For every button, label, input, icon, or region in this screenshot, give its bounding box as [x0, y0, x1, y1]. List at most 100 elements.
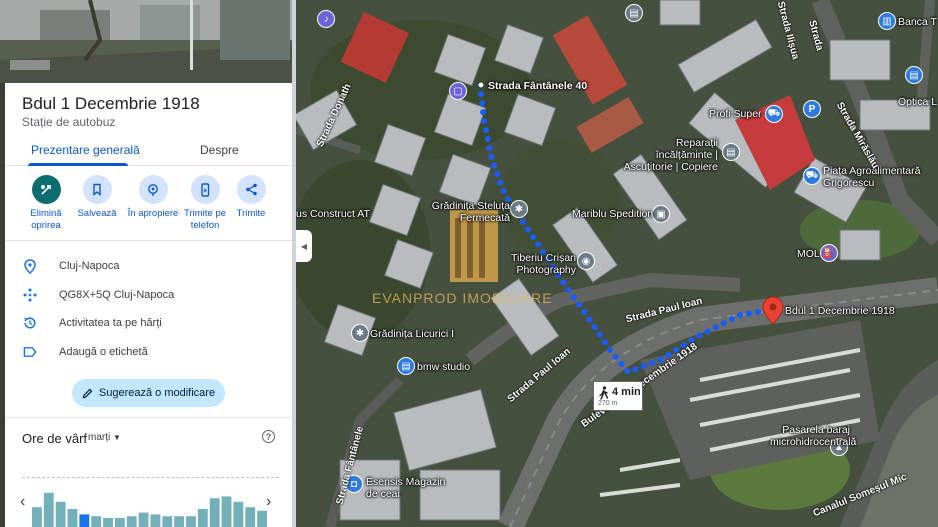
poi-label-banca[interactable]: Banca T [898, 16, 937, 28]
store-icon[interactable]: ▤ [397, 357, 415, 375]
info-row-plus-code[interactable]: QG8X+5Q Cluj-Napoca [5, 283, 292, 307]
poi-label-reparatii[interactable]: Reparații încălțăminte | Ascuțitorie | C… [620, 137, 718, 173]
divider [5, 417, 292, 418]
nearby-icon [138, 175, 168, 204]
route-remove-icon [31, 175, 61, 204]
save-label: Salvează [77, 208, 117, 219]
histogram-bar [55, 501, 66, 527]
street-view-image [0, 0, 296, 83]
histogram-bar [67, 509, 78, 527]
route-duration-card[interactable]: 4 min 270 m [593, 381, 643, 411]
share-label: Trimite [236, 208, 266, 219]
suggest-edit-label: Sugerează o modificare [98, 387, 216, 399]
share-button[interactable]: Trimite [223, 175, 279, 220]
phone-icon [190, 175, 220, 204]
destination-pin-icon[interactable] [762, 296, 784, 326]
collapse-panel-button[interactable]: ◀ [296, 230, 312, 262]
nearby-button[interactable]: În apropiere [125, 175, 181, 220]
cart-icon[interactable]: ⛟ [765, 105, 783, 123]
locality-text: Cluj-Napoca [59, 260, 120, 272]
divider [5, 240, 292, 241]
activity-text: Activitatea ta pe hărți [59, 317, 162, 329]
pencil-icon [82, 388, 93, 398]
label-icon [23, 345, 37, 359]
poi-label-tiberiu[interactable]: Tiberiu Crișan Photography [510, 252, 576, 276]
histogram-bar [43, 492, 54, 527]
transit-icon[interactable]: ▢ [449, 82, 467, 100]
store-icon[interactable]: ▤ [625, 4, 643, 22]
plus-code-icon [23, 288, 37, 302]
history-icon [23, 316, 37, 330]
route-distance: 270 m [598, 400, 618, 407]
info-row-activity[interactable]: Activitatea ta pe hărți [5, 311, 292, 335]
school-icon[interactable]: ✱ [510, 200, 528, 218]
tab-about[interactable]: Despre [200, 143, 239, 157]
histogram-bar [221, 496, 232, 527]
poi-label-construct[interactable]: us Construct AT [296, 208, 370, 220]
parking-icon[interactable]: P [803, 100, 821, 118]
poi-label-licurici[interactable]: Grădinița Licurici I [370, 328, 454, 340]
school-icon[interactable]: ✱ [351, 324, 369, 342]
panel-border [292, 0, 296, 527]
info-row-add-label[interactable]: Adaugă o etichetă [5, 340, 292, 364]
peak-hours-title: Ore de vârf [22, 431, 88, 446]
cart-icon[interactable]: ⛟ [803, 167, 821, 185]
tab-overview[interactable]: Prezentare generală [31, 143, 140, 157]
fuel-icon[interactable]: ⛽ [820, 244, 838, 262]
remove-stop-button[interactable]: Elimină oprirea [18, 175, 74, 232]
place-category: Stație de autobuz [22, 115, 116, 129]
histogram-bar [233, 501, 244, 527]
poi-label-bmw[interactable]: bmw studio [417, 361, 470, 373]
place-title: Bdul 1 Decembrie 1918 [22, 94, 200, 113]
store-icon[interactable]: ▤ [905, 66, 923, 84]
histogram-bar [245, 507, 256, 527]
poi-label-pasarela[interactable]: Pasarela baraj microhidrocentrală [770, 424, 856, 448]
save-button[interactable]: Salvează [69, 175, 125, 220]
histogram-bar [91, 516, 102, 527]
poi-label-profi[interactable]: Profi Super [709, 108, 762, 120]
histogram-bar [79, 514, 90, 527]
histogram-bar [150, 514, 161, 527]
place-tabs: Prezentare generală Despre [5, 139, 292, 166]
nearby-label: În apropiere [127, 208, 179, 219]
bookmark-icon [82, 175, 112, 204]
peak-hours-histogram [32, 492, 267, 527]
histogram-bar [103, 518, 113, 527]
histogram-bar [257, 510, 267, 527]
remove-stop-label: Elimină oprirea [30, 208, 62, 231]
truck-icon[interactable]: ▣ [652, 205, 670, 223]
walking-icon [599, 386, 609, 400]
histogram-bar [209, 498, 220, 527]
poi-label-esensis[interactable]: Esensis Magazin de ceai [366, 476, 446, 500]
help-icon[interactable]: ? [262, 430, 275, 443]
active-tab-indicator [28, 163, 128, 166]
histogram-bar [114, 518, 125, 527]
action-buttons: Elimină oprirea Salvează În apropiere Tr… [5, 175, 292, 239]
histogram-bar [138, 512, 149, 527]
histogram-bar [197, 509, 208, 527]
music-icon[interactable]: ♪ [317, 10, 335, 28]
place-details-panel: Bdul 1 Decembrie 1918 Stație de autobuz … [5, 83, 292, 527]
start-location-label[interactable]: Strada Fântânele 40 [488, 80, 587, 92]
bank-icon[interactable]: ▥ [878, 12, 896, 30]
histogram-bar [162, 516, 173, 527]
poi-label-optica[interactable]: Optica L [898, 96, 937, 108]
suggest-edit-button[interactable]: Sugerează o modificare [72, 379, 225, 407]
histogram-bar [174, 516, 185, 527]
poi-label-mol[interactable]: MOL [797, 248, 820, 260]
histogram-bar [186, 516, 196, 527]
route-duration: 4 min [612, 386, 641, 398]
store-icon[interactable]: ▤ [722, 143, 740, 161]
watermark-logo: EVANPROD IMOBILIARE [372, 290, 553, 306]
info-row-locality[interactable]: Cluj-Napoca [5, 254, 292, 278]
poi-label-gradinita-steluta[interactable]: Grădinița Steluța Fermecată [420, 200, 510, 224]
street-view-thumbnail[interactable] [0, 0, 296, 83]
destination-label[interactable]: Bdul 1 Decembrie 1918 [785, 305, 895, 317]
poi-label-mariblu[interactable]: Mariblu Spedition [572, 208, 653, 220]
location-pin-icon [23, 258, 37, 274]
histogram-bar [126, 516, 137, 527]
camera-icon[interactable]: ◉ [577, 252, 595, 270]
peak-reference-line [22, 477, 279, 478]
add-label-text: Adaugă o etichetă [59, 346, 148, 358]
peak-day-selector[interactable]: marți ▼ [88, 432, 121, 443]
